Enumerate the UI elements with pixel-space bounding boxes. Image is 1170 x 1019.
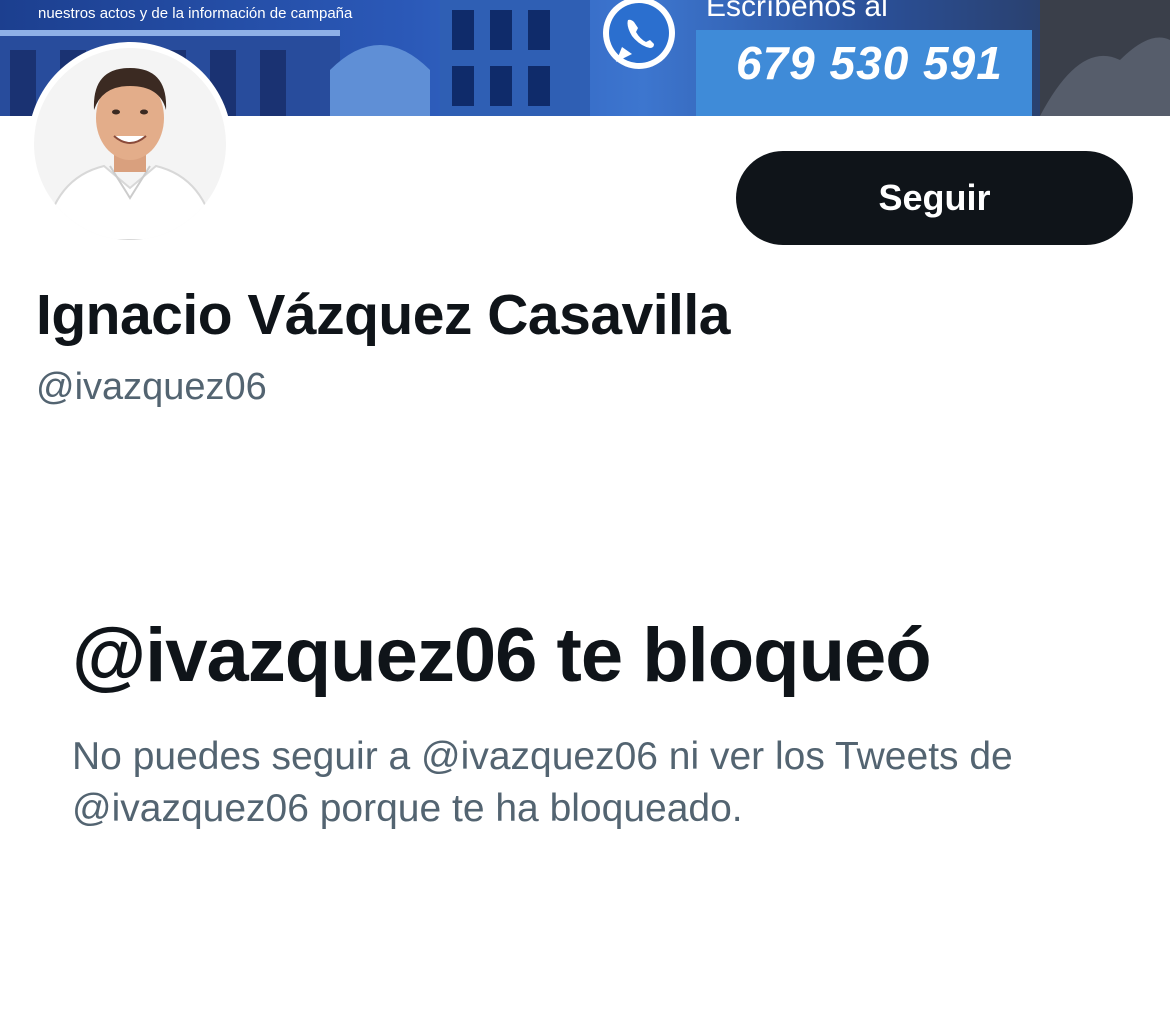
blocked-description: No puedes seguir a @ivazquez06 ni ver lo… bbox=[72, 735, 1013, 830]
banner-caption: nuestros actos y de la información de ca… bbox=[38, 5, 353, 22]
banner-phone-number: 679 530 591 bbox=[736, 37, 1003, 89]
profile-photo bbox=[34, 48, 226, 240]
blocked-title: @ivazquez06 te bloqueó bbox=[72, 613, 932, 698]
avatar[interactable] bbox=[28, 42, 232, 246]
banner-write-text: Escríbenos al bbox=[706, 0, 888, 23]
profile-page: nuestros actos y de la información de ca… bbox=[0, 0, 1170, 1019]
profile-handle: @ivazquez06 bbox=[36, 366, 267, 408]
profile-display-name: Ignacio Vázquez Casavilla bbox=[36, 283, 730, 347]
follow-button[interactable]: Seguir bbox=[736, 151, 1133, 245]
whatsapp-icon bbox=[598, 0, 680, 74]
